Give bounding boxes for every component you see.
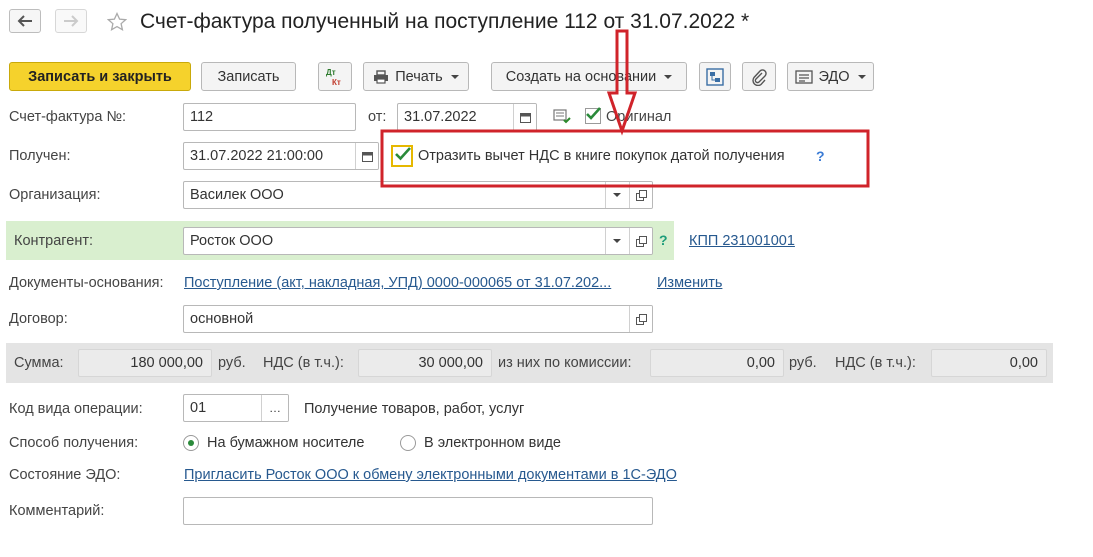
annotation-highlight-box	[380, 129, 870, 188]
annotation-down-arrow	[606, 29, 638, 136]
annotation-overlay	[380, 29, 870, 188]
